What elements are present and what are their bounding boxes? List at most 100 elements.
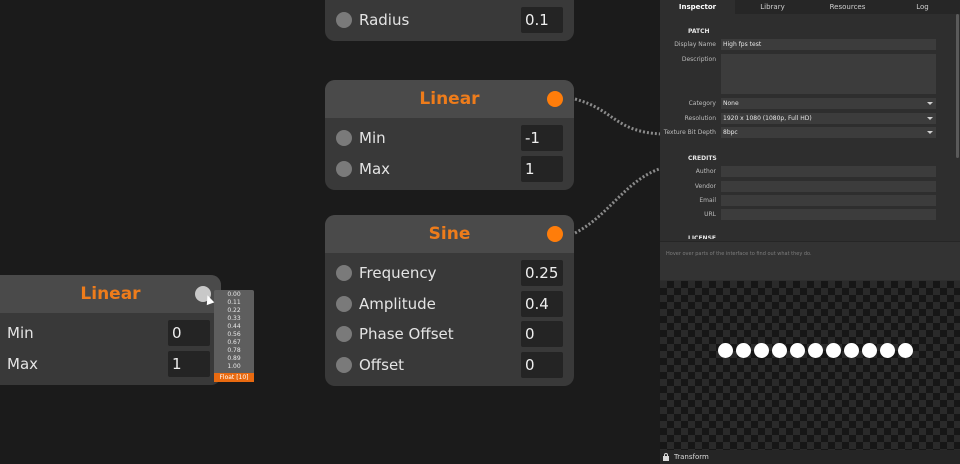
param-value-field[interactable]: 0 (521, 321, 563, 347)
preview-circle (898, 343, 913, 358)
input-port[interactable] (336, 12, 352, 28)
param-row[interactable]: Radius 0.1 (325, 5, 574, 35)
preview-circle (754, 343, 769, 358)
cable-linear-to-panel (574, 97, 660, 136)
preview-circle (808, 343, 823, 358)
tooltip-value: 1.00 (227, 363, 241, 370)
preview-circle (862, 343, 877, 358)
inspector-scrollbar[interactable] (956, 14, 959, 158)
tooltip-value: 0.00 (227, 291, 241, 298)
param-row[interactable]: Min 0 (0, 318, 221, 348)
tooltip-value: 0.56 (227, 331, 241, 338)
param-value-field[interactable]: 0.1 (521, 7, 563, 33)
input-port[interactable] (336, 296, 352, 312)
tab-log[interactable]: Log (885, 0, 960, 14)
node-title: Sine (428, 224, 471, 244)
status-bar: Transform (660, 450, 960, 464)
preview-circle (826, 343, 841, 358)
param-row[interactable]: Amplitude 0.4 (325, 289, 574, 319)
input-port[interactable] (336, 161, 352, 177)
vendor-label: Vendor (694, 183, 716, 190)
lock-icon[interactable] (663, 453, 669, 461)
param-row[interactable]: Min -1 (325, 123, 574, 153)
output-port[interactable] (547, 91, 563, 107)
linear-node-center[interactable]: Linear Min -1 Max 1 (325, 80, 574, 190)
param-label: Min (7, 324, 34, 342)
category-select-value: None (723, 100, 739, 107)
bit-depth-label: Texture Bit Depth (663, 129, 716, 136)
node-title: Linear (80, 284, 141, 304)
radius-node[interactable]: Radius 0.1 (325, 0, 574, 41)
param-value-field[interactable]: 0.25 (521, 260, 563, 286)
bit-depth-select[interactable]: 8bpc (721, 127, 936, 138)
param-value-field[interactable]: 0 (521, 352, 563, 378)
cable-sine-to-panel (574, 167, 660, 235)
param-label: Phase Offset (359, 325, 454, 343)
preview-circle (790, 343, 805, 358)
input-port[interactable] (336, 265, 352, 281)
patch-canvas[interactable]: Radius 0.1 Linear Min -1 Max 1 Sine Freq… (0, 0, 660, 464)
chevron-down-icon (927, 131, 933, 134)
param-value-field[interactable]: -1 (521, 125, 563, 151)
sine-node[interactable]: Sine Frequency 0.25 Amplitude 0.4 Phase … (325, 215, 574, 386)
preview-circle (880, 343, 895, 358)
param-label: Amplitude (359, 295, 436, 313)
preview-circle (772, 343, 787, 358)
tab-inspector[interactable]: Inspector (660, 0, 735, 14)
tooltip-values: 0.00 0.11 0.22 0.33 0.44 0.56 0.67 0.78 … (214, 290, 254, 371)
param-row[interactable]: Max 1 (325, 154, 574, 184)
help-bar: Hover over parts of the interface to fin… (660, 241, 960, 280)
lock-body (663, 456, 669, 461)
tooltip-type-label: Float [10] (214, 373, 254, 382)
param-value-field[interactable]: 0.4 (521, 291, 563, 317)
resolution-select[interactable]: 1920 x 1080 (1080p, Full HD) (721, 113, 936, 124)
email-label: Email (699, 197, 716, 204)
tab-library[interactable]: Library (735, 0, 810, 14)
chevron-down-icon (927, 117, 933, 120)
param-value-field[interactable]: 1 (521, 156, 563, 182)
url-field[interactable] (721, 209, 936, 220)
description-label: Description (681, 56, 716, 63)
param-value-field[interactable]: 0 (168, 320, 210, 346)
tab-resources[interactable]: Resources (810, 0, 885, 14)
author-label: Author (695, 168, 716, 175)
input-port[interactable] (336, 130, 352, 146)
email-field[interactable] (721, 195, 936, 206)
preview-circle (736, 343, 751, 358)
panel-tabs: Inspector Library Resources Log (660, 0, 960, 14)
status-label: Transform (674, 453, 709, 461)
output-port[interactable] (547, 226, 563, 242)
display-name-field[interactable]: High fps test (721, 39, 936, 50)
param-row[interactable]: Frequency 0.25 (325, 258, 574, 288)
category-select[interactable]: None (721, 98, 936, 109)
category-label: Category (688, 100, 716, 107)
param-label: Frequency (359, 264, 437, 282)
param-value-field[interactable]: 1 (168, 351, 210, 377)
param-label: Offset (359, 356, 405, 374)
section-title-patch: PATCH (688, 28, 710, 35)
url-label: URL (704, 211, 716, 218)
description-field[interactable] (721, 54, 936, 94)
linear-node-left[interactable]: Linear Min 0 Max 1 (0, 275, 221, 385)
param-label: Radius (359, 11, 410, 29)
help-text: Hover over parts of the interface to fin… (666, 251, 812, 257)
vendor-field[interactable] (721, 181, 936, 192)
tooltip-value: 0.44 (227, 323, 241, 330)
input-port[interactable] (336, 326, 352, 342)
param-row[interactable]: Phase Offset 0 (325, 319, 574, 349)
param-label: Max (359, 160, 391, 178)
chevron-down-icon (927, 102, 933, 105)
tooltip-value: 0.67 (227, 339, 241, 346)
tooltip-value: 0.11 (227, 299, 241, 306)
resolution-select-value: 1920 x 1080 (1080p, Full HD) (723, 115, 812, 122)
param-row[interactable]: Offset 0 (325, 350, 574, 380)
render-preview[interactable] (660, 281, 960, 450)
input-port[interactable] (336, 357, 352, 373)
node-title: Linear (419, 89, 480, 109)
tooltip-value: 0.22 (227, 307, 241, 314)
param-label: Min (359, 129, 386, 147)
param-row[interactable]: Max 1 (0, 349, 221, 379)
section-title-credits: CREDITS (688, 155, 717, 162)
param-label: Max (7, 355, 39, 373)
author-field[interactable] (721, 166, 936, 177)
